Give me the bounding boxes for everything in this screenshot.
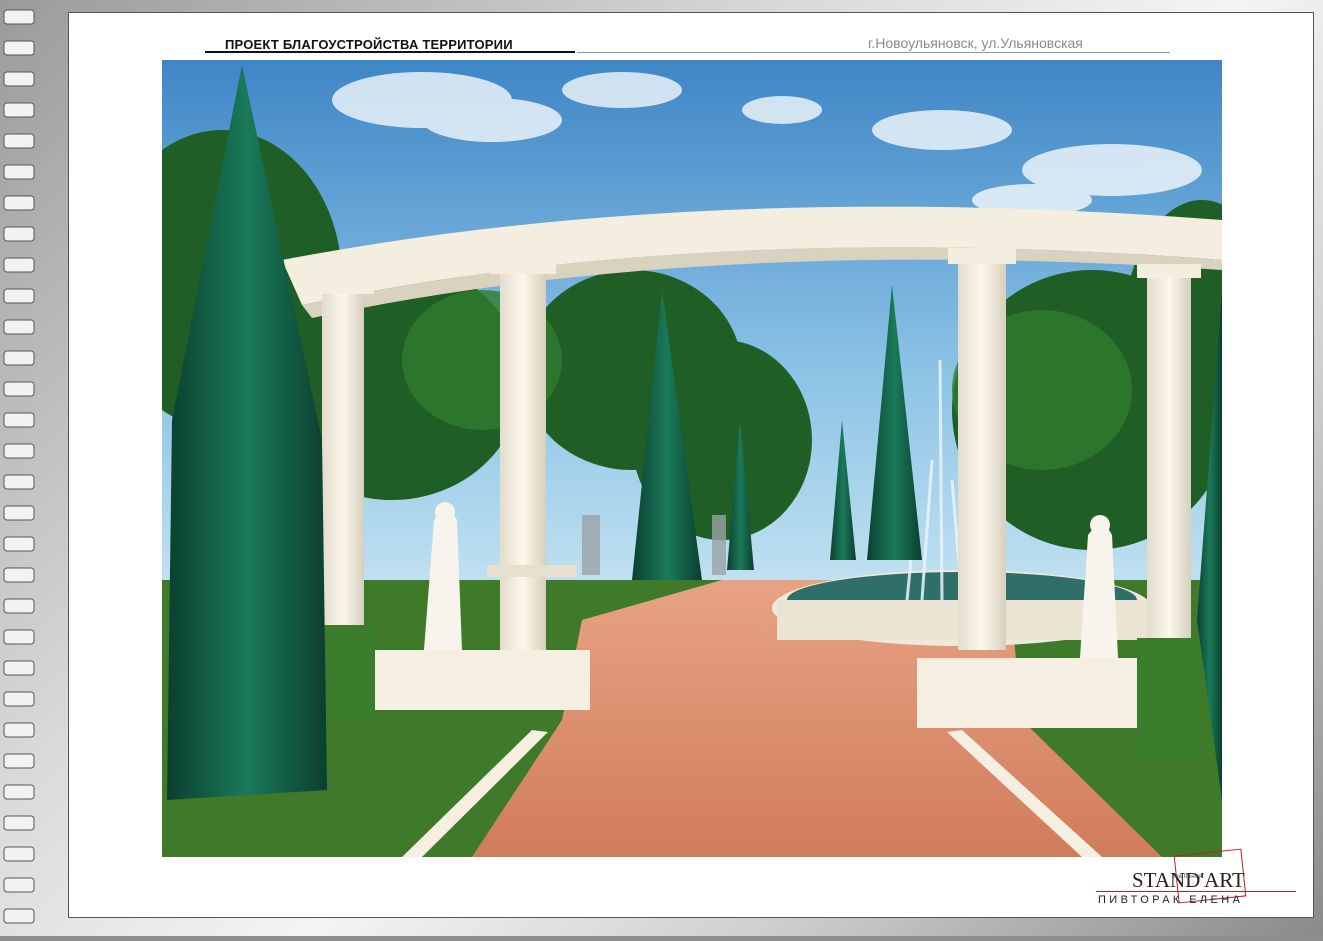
company-logo: STAND'ART компания ПИВТОРАК ЕЛЕНА xyxy=(1090,848,1305,912)
binding-ring xyxy=(3,846,35,862)
binding-ring xyxy=(3,164,35,180)
hedge-right xyxy=(1137,638,1197,758)
binding-ring xyxy=(3,722,35,738)
binding-ring xyxy=(3,319,35,335)
binding-ring xyxy=(3,753,35,769)
binding-ring xyxy=(3,257,35,273)
binding-ring xyxy=(3,877,35,893)
logo-wordmark: STAND'ART xyxy=(1132,868,1245,892)
binding-ring xyxy=(3,691,35,707)
binding-ring xyxy=(3,536,35,552)
logo-tiny-text: компания xyxy=(1172,874,1203,880)
spiral-binding xyxy=(0,0,48,936)
header-rule xyxy=(577,52,1170,53)
hedge-left xyxy=(327,628,375,718)
binding-ring xyxy=(3,567,35,583)
binding-ring xyxy=(3,350,35,366)
binding-ring xyxy=(3,195,35,211)
binding-ring xyxy=(3,505,35,521)
logo-underline xyxy=(1096,891,1296,892)
visualization-image xyxy=(162,60,1222,857)
binding-ring xyxy=(3,9,35,25)
binding-ring xyxy=(3,288,35,304)
binding-ring xyxy=(3,381,35,397)
binding-ring xyxy=(3,133,35,149)
binding-ring xyxy=(3,815,35,831)
right-plinth xyxy=(917,658,1137,728)
binding-ring xyxy=(3,629,35,645)
binding-ring xyxy=(3,226,35,242)
binding-ring xyxy=(3,71,35,87)
binding-ring xyxy=(3,102,35,118)
binding-ring xyxy=(3,908,35,924)
project-title: ПРОЕКТ БЛАГОУСТРОЙСТВА ТЕРРИТОРИИ xyxy=(225,37,513,52)
location-label: г.Новоульяновск, ул.Ульяновская xyxy=(868,35,1083,51)
left-plinth xyxy=(372,650,590,710)
author-name: ПИВТОРАК ЕЛЕНА xyxy=(1098,894,1244,906)
binding-ring xyxy=(3,40,35,56)
binding-ring xyxy=(3,474,35,490)
binding-ring xyxy=(3,784,35,800)
title-underline xyxy=(205,51,575,53)
binding-ring xyxy=(3,443,35,459)
bench xyxy=(487,565,577,577)
binding-ring xyxy=(3,412,35,428)
binding-ring xyxy=(3,598,35,614)
binding-ring xyxy=(3,660,35,676)
